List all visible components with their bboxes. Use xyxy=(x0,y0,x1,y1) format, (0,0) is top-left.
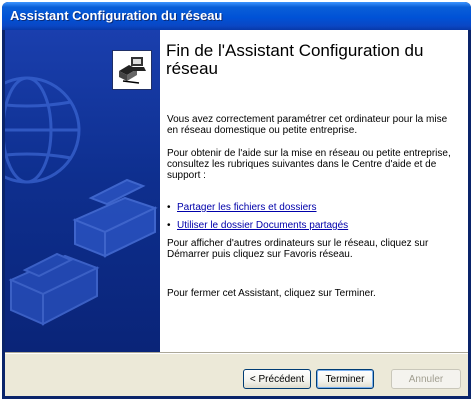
page-title: Fin de l'Assistant Configuration du rése… xyxy=(166,41,424,78)
finish-button[interactable]: Terminer xyxy=(316,369,374,389)
network-computers-icon xyxy=(112,50,152,90)
bullet-icon: • xyxy=(167,220,171,231)
view-computers-text: Pour afficher d'autres ordinateurs sur l… xyxy=(167,238,429,260)
bullet-icon: • xyxy=(167,202,171,213)
wizard-window: Assistant Configuration du réseau Fin de… xyxy=(2,2,471,399)
help-intro-text: Pour obtenir de l'aide sur la mise en ré… xyxy=(167,148,451,181)
wizard-content: Fin de l'Assistant Configuration du rése… xyxy=(160,30,468,352)
window-title: Assistant Configuration du réseau xyxy=(10,8,223,23)
printer-watermark-icon xyxy=(72,178,158,258)
share-files-folders-link[interactable]: Partager les fichiers et dossiers xyxy=(177,202,317,213)
success-message: Vous avez correctement paramétrer cet or… xyxy=(167,114,448,136)
button-separator xyxy=(5,352,468,354)
globe-watermark-icon xyxy=(5,76,81,184)
wizard-client-area: Fin de l'Assistant Configuration du rése… xyxy=(5,30,468,396)
list-item: • Partager les fichiers et dossiers xyxy=(167,202,457,213)
back-button[interactable]: < Précédent xyxy=(243,369,311,389)
shared-documents-folder-link[interactable]: Utiliser le dossier Documents partagés xyxy=(177,220,348,231)
title-bar[interactable]: Assistant Configuration du réseau xyxy=(2,2,471,30)
close-instructions-text: Pour fermer cet Assistant, cliquez sur T… xyxy=(167,288,376,299)
wizard-side-panel xyxy=(5,30,160,352)
fax-watermark-icon xyxy=(8,252,100,326)
cancel-button[interactable]: Annuler xyxy=(391,369,461,389)
list-item: • Utiliser le dossier Documents partagés xyxy=(167,220,457,231)
